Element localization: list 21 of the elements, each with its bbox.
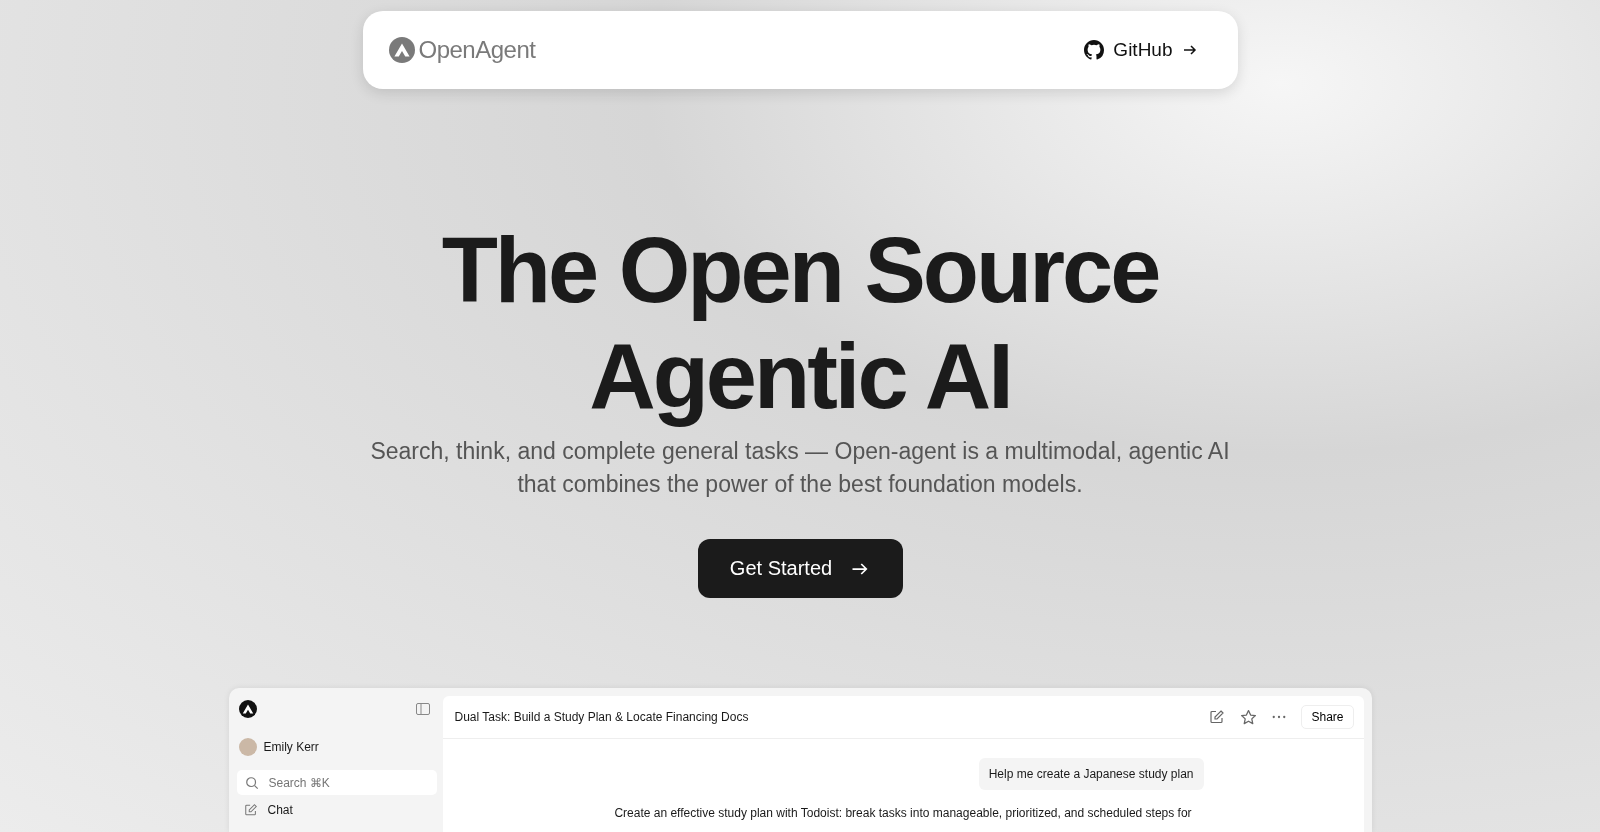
edit-icon[interactable] <box>1209 709 1226 725</box>
assistant-reply: Create an effective study plan with Todoist: break tasks into manageable, prioritized, and scheduled steps for <box>614 806 1192 820</box>
github-icon <box>1084 40 1105 60</box>
user-message: Help me create a Japanese study plan <box>978 758 1204 790</box>
logo-icon <box>388 37 415 63</box>
user-name: Emily Kerr <box>263 740 319 754</box>
brand-name: OpenAgent <box>418 36 536 64</box>
chat-title: Dual Task: Build a Study Plan & Locate Financing Docs <box>454 710 749 724</box>
hero-title: The Open Source Agentic AI <box>441 218 1159 429</box>
search-field[interactable]: Search ⌘K <box>236 770 437 795</box>
sidebar-item[interactable]: Chat <box>236 803 437 817</box>
get-started-button[interactable]: Get Started <box>697 539 903 598</box>
github-link[interactable]: GitHub <box>1084 39 1198 61</box>
edit-icon <box>243 803 258 817</box>
hero-subtitle: Search, think, and complete general tasks — Open-agent is a multimodal, agentic AI that combines the power of the best foundation models. <box>369 437 1231 499</box>
sidebar-toggle-icon[interactable] <box>414 701 431 717</box>
logo-icon <box>238 700 257 718</box>
avatar <box>238 738 257 756</box>
share-button[interactable]: Share <box>1301 705 1354 729</box>
more-icon[interactable] <box>1272 715 1287 719</box>
star-icon[interactable] <box>1240 708 1258 726</box>
